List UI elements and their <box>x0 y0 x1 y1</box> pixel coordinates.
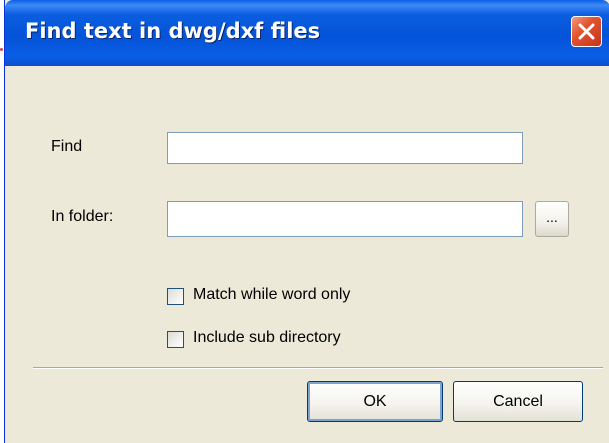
find-input[interactable] <box>167 132 523 164</box>
include-subdir-checkbox[interactable] <box>167 331 184 348</box>
ok-button[interactable]: OK <box>307 381 443 422</box>
cancel-button[interactable]: Cancel <box>453 381 583 422</box>
corner-marker <box>0 48 3 51</box>
folder-label: In folder: <box>51 208 114 225</box>
divider <box>33 367 603 369</box>
find-label: Find <box>51 138 83 155</box>
folder-input[interactable] <box>167 201 523 237</box>
match-whole-word-checkbox[interactable] <box>167 288 184 305</box>
title-bar[interactable]: Find text in dwg/dxf files <box>5 0 609 66</box>
dialog-body: Find In folder: ... Match while word onl… <box>5 66 609 443</box>
window-title: Find text in dwg/dxf files <box>25 19 321 43</box>
browse-button[interactable]: ... <box>535 201 569 237</box>
close-icon <box>578 23 595 40</box>
match-whole-word-label: Match while word only <box>193 286 351 303</box>
close-button[interactable] <box>571 16 602 47</box>
find-text-dialog: Find text in dwg/dxf files Find In folde… <box>4 0 609 443</box>
include-subdir-label: Include sub directory <box>193 329 341 346</box>
